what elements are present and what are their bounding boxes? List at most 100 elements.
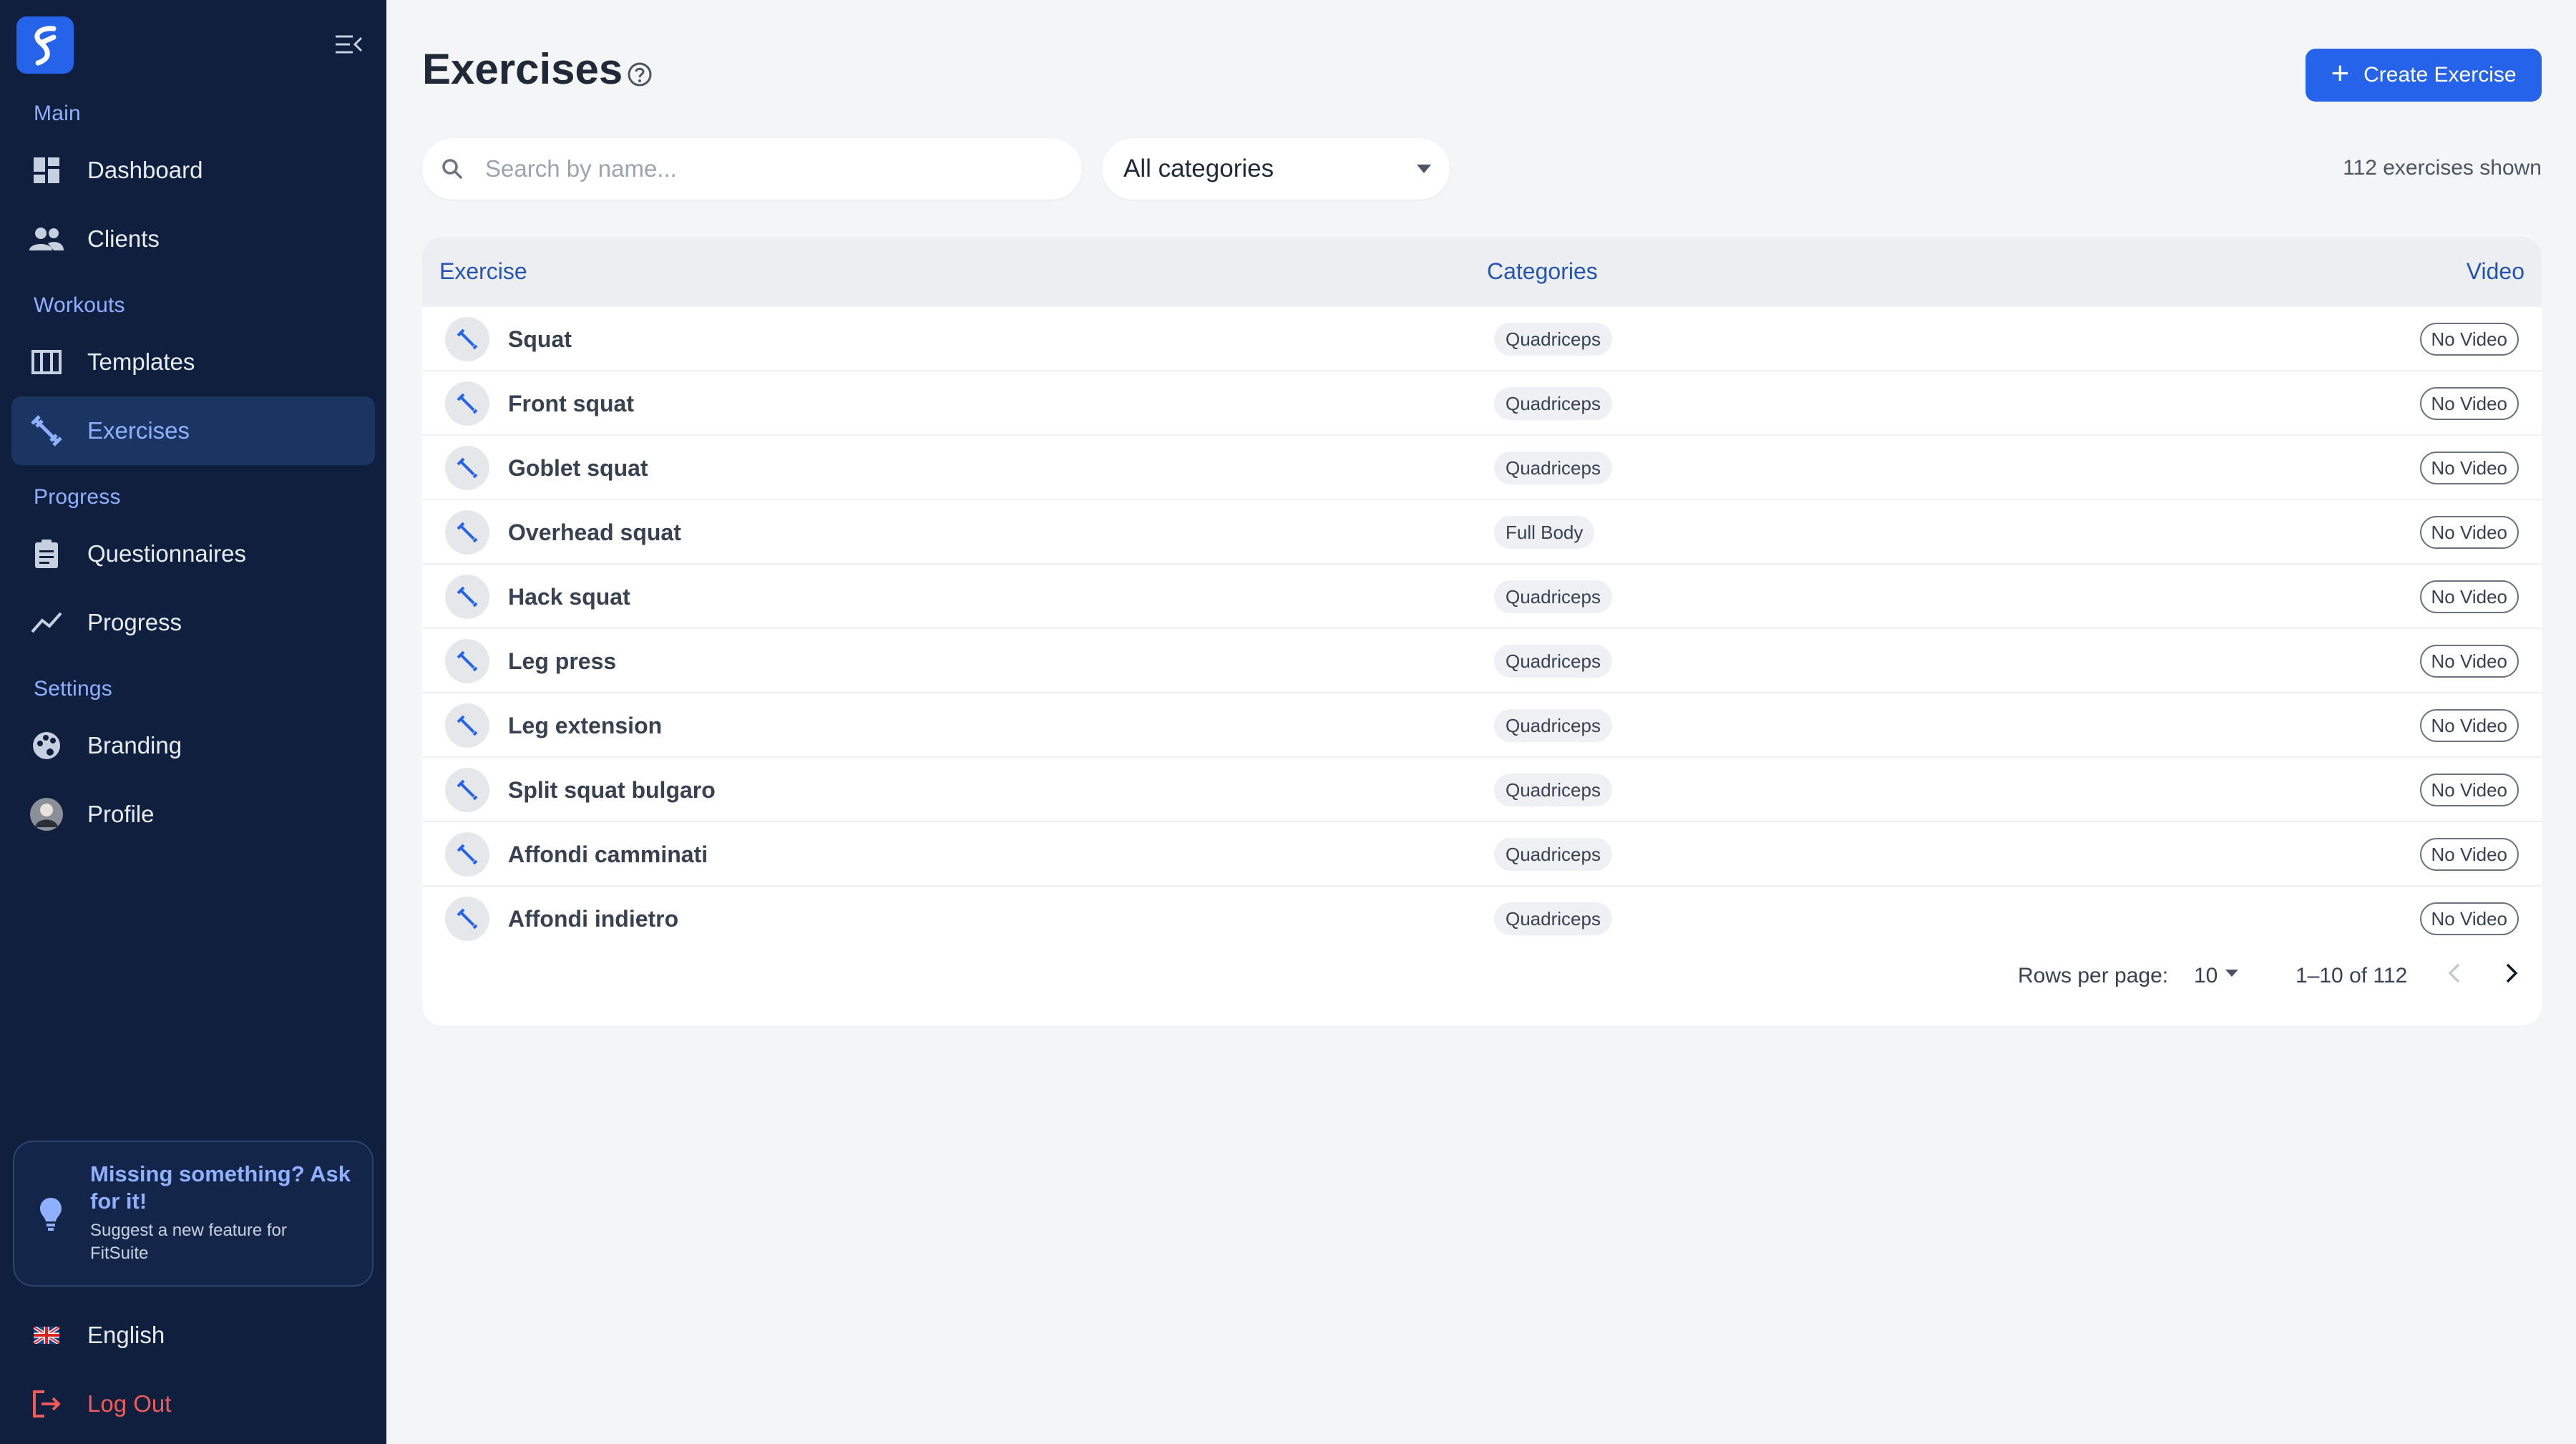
exercise-name: Leg press	[508, 648, 617, 674]
sidebar-item-label: Clients	[87, 225, 160, 252]
logo-s-icon	[34, 26, 57, 66]
exercise-name: Leg extension	[508, 713, 663, 738]
table-row[interactable]: Hack squat Quadriceps No Video	[422, 563, 2542, 629]
table-row[interactable]: Affondi camminati Quadriceps No Video	[422, 821, 2542, 887]
sidebar-item-label: Profile	[87, 801, 155, 827]
sidebar-item-label: Questionnaires	[87, 540, 246, 567]
feature-card-title: Missing something? Ask for it!	[90, 1161, 351, 1214]
create-exercise-label: Create Exercise	[2363, 63, 2517, 87]
table-row[interactable]: Front squat Quadriceps No Video	[422, 370, 2542, 436]
sidebar-item-progress[interactable]: Progress	[11, 588, 375, 657]
create-exercise-button[interactable]: + Create Exercise	[2306, 49, 2542, 102]
chevron-left-icon[interactable]	[2447, 962, 2462, 984]
category-chip: Quadriceps	[1494, 645, 1612, 678]
sidebar-item-branding[interactable]: Branding	[11, 711, 375, 780]
plus-icon: +	[2331, 56, 2350, 91]
language-selector[interactable]: English	[11, 1301, 375, 1370]
category-chip: Quadriceps	[1494, 774, 1612, 806]
sidebar-item-label: Dashboard	[87, 157, 203, 183]
section-label-workouts: Workouts	[34, 293, 125, 317]
column-header-categories[interactable]: Categories	[1487, 258, 1598, 285]
table-row[interactable]: Leg extension Quadriceps No Video	[422, 692, 2542, 758]
feature-request-card[interactable]: Missing something? Ask for it! Suggest a…	[13, 1141, 374, 1287]
sidebar-item-profile[interactable]: Profile	[11, 780, 375, 849]
avatar	[29, 796, 64, 832]
exercise-icon	[445, 317, 489, 361]
exercise-name: Front squat	[508, 391, 634, 416]
search-input[interactable]	[484, 155, 1030, 183]
people-icon	[29, 221, 64, 257]
sidebar-item-exercises[interactable]: Exercises	[11, 396, 375, 465]
trend-line-icon	[29, 605, 64, 640]
video-status-badge: No Video	[2419, 645, 2519, 678]
table-row[interactable]: Leg press Quadriceps No Video	[422, 628, 2542, 693]
logout-button[interactable]: Log Out	[11, 1370, 375, 1438]
exercise-icon	[445, 897, 489, 941]
video-status-badge: No Video	[2419, 516, 2519, 549]
category-chip: Quadriceps	[1494, 838, 1612, 871]
video-status-badge: No Video	[2419, 323, 2519, 356]
caret-down-icon[interactable]	[2225, 970, 2238, 977]
table-row[interactable]: Affondi indietro Quadriceps No Video	[422, 885, 2542, 951]
video-status-badge: No Video	[2419, 452, 2519, 484]
dumbbell-icon	[29, 413, 64, 449]
rows-per-page-label: Rows per page:	[2018, 964, 2169, 987]
logout-label: Log Out	[87, 1390, 172, 1417]
video-status-badge: No Video	[2419, 580, 2519, 613]
pagination-range: 1–10 of 112	[2296, 964, 2408, 987]
search-icon	[442, 159, 463, 180]
table-row[interactable]: Squat Quadriceps No Video	[422, 306, 2542, 371]
category-chip: Quadriceps	[1494, 580, 1612, 613]
exercise-name: Goblet squat	[508, 455, 648, 481]
exercise-icon	[445, 381, 489, 426]
language-label: English	[87, 1322, 165, 1348]
search-box[interactable]	[422, 138, 1082, 200]
app-logo[interactable]	[16, 16, 74, 74]
rows-per-page-select[interactable]: 10	[2194, 964, 2218, 988]
pagination: Rows per page: 10 1–10 of 112	[422, 945, 2542, 1002]
exercise-name: Squat	[508, 326, 572, 352]
table-header: Exercise Categories Video	[422, 237, 2542, 306]
table-row[interactable]: Overhead squat Full Body No Video	[422, 499, 2542, 565]
uk-flag-icon	[29, 1317, 64, 1353]
clipboard-icon	[29, 536, 64, 572]
caret-down-icon	[1417, 165, 1431, 173]
video-status-badge: No Video	[2419, 838, 2519, 871]
exercises-table: Exercise Categories Video Squat Quadricep…	[422, 237, 2542, 1025]
column-header-exercise[interactable]: Exercise	[439, 258, 527, 285]
feature-card-subtitle: Suggest a new feature for FitSuite	[90, 1221, 287, 1263]
video-status-badge: No Video	[2419, 774, 2519, 806]
category-chip: Quadriceps	[1494, 323, 1612, 356]
video-status-badge: No Video	[2419, 902, 2519, 935]
sidebar-item-label: Progress	[87, 609, 182, 635]
category-select[interactable]: All categories	[1102, 138, 1450, 200]
exercise-count: 112 exercises shown	[2343, 156, 2542, 180]
exercise-name: Hack squat	[508, 584, 630, 610]
exercise-icon	[445, 510, 489, 555]
section-label-settings: Settings	[34, 677, 112, 701]
sidebar-item-label: Branding	[87, 732, 182, 758]
columns-icon	[29, 344, 64, 380]
column-header-video[interactable]: Video	[2467, 258, 2524, 285]
table-row[interactable]: Split squat bulgaro Quadriceps No Video	[422, 756, 2542, 822]
exercise-icon	[445, 446, 489, 490]
exercise-icon	[445, 639, 489, 683]
lightbulb-icon	[40, 1198, 62, 1231]
video-status-badge: No Video	[2419, 387, 2519, 420]
sidebar-item-dashboard[interactable]: Dashboard	[11, 136, 375, 205]
category-chip: Quadriceps	[1494, 709, 1612, 742]
sidebar-item-label: Exercises	[87, 417, 190, 444]
table-row[interactable]: Goblet squat Quadriceps No Video	[422, 434, 2542, 500]
exercise-icon	[445, 575, 489, 619]
palette-icon	[29, 728, 64, 764]
sidebar-item-clients[interactable]: Clients	[11, 205, 375, 273]
chevron-right-icon[interactable]	[2504, 962, 2519, 984]
menu-collapse-icon	[336, 35, 363, 54]
help-icon[interactable]	[627, 62, 653, 91]
category-select-value: All categories	[1123, 155, 1274, 182]
sidebar-item-templates[interactable]: Templates	[11, 328, 375, 396]
exercise-name: Affondi indietro	[508, 906, 679, 932]
exercise-name: Overhead squat	[508, 519, 681, 545]
sidebar-item-questionnaires[interactable]: Questionnaires	[11, 519, 375, 588]
collapse-sidebar-button[interactable]	[331, 29, 366, 60]
